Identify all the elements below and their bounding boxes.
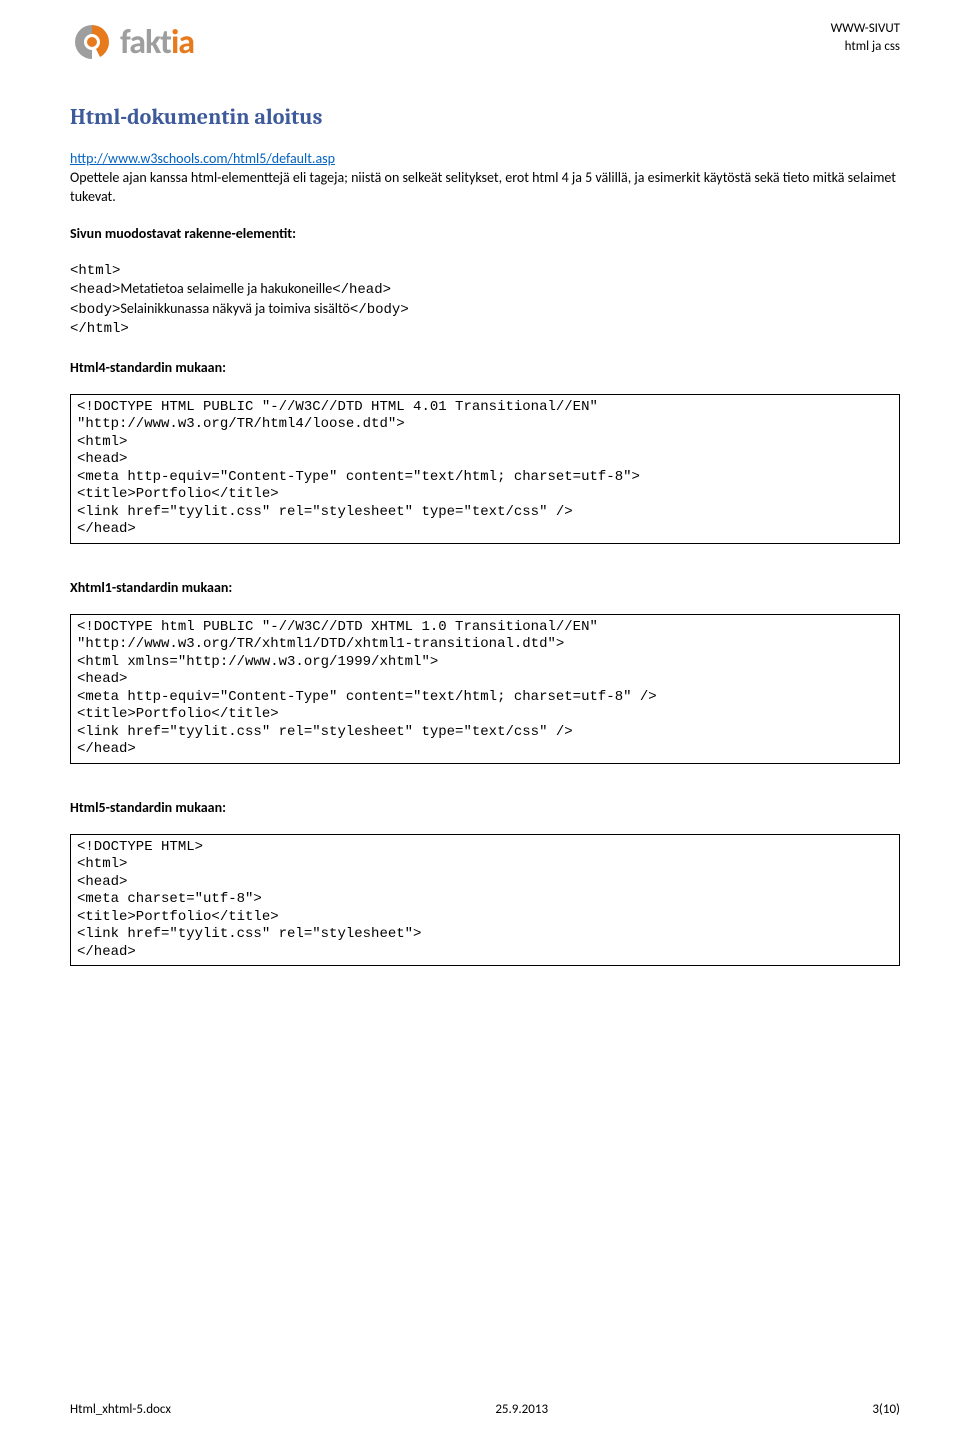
code-html4: <!DOCTYPE HTML PUBLIC "-//W3C//DTD HTML … — [70, 394, 900, 544]
header-line-2: html ja css — [831, 38, 900, 56]
struct-l2-text: Metatietoa selaimelle ja hakukoneille — [120, 280, 332, 297]
page-header: faktia WWW-SIVUT html ja css — [70, 20, 900, 64]
intro-text: Opettele ajan kanssa html-elementtejä el… — [70, 169, 896, 205]
struct-l4: </html> — [70, 321, 129, 337]
header-line-1: WWW-SIVUT — [831, 20, 900, 38]
code-html5: <!DOCTYPE HTML> <html> <head> <meta char… — [70, 834, 900, 967]
struct-l3-open: <body> — [70, 302, 120, 318]
page-title: Html-dokumentin aloitus — [70, 104, 900, 130]
brand-name: faktia — [120, 22, 194, 63]
logo: faktia — [70, 20, 194, 64]
struct-l2-close: </head> — [332, 282, 391, 298]
xhtml1-heading: Xhtml1-standardin mukaan: — [70, 579, 900, 596]
struct-block: Sivun muodostavat rakenne-elementit: <ht… — [70, 225, 900, 339]
struct-l3-text: Selainikkunassa näkyvä ja toimiva sisält… — [120, 300, 350, 317]
struct-l1: <html> — [70, 263, 120, 279]
struct-l3-close: </body> — [350, 302, 409, 318]
w3schools-link[interactable]: http://www.w3schools.com/html5/default.a… — [70, 150, 335, 167]
page-footer: Html_xhtml-5.docx 25.9.2013 3(10) — [70, 1402, 900, 1417]
code-xhtml1: <!DOCTYPE html PUBLIC "-//W3C//DTD XHTML… — [70, 614, 900, 764]
html4-heading: Html4-standardin mukaan: — [70, 359, 900, 376]
footer-right: 3(10) — [872, 1402, 900, 1417]
footer-center: 25.9.2013 — [495, 1402, 548, 1417]
brand-orange: ia — [171, 22, 194, 63]
header-right-text: WWW-SIVUT html ja css — [831, 20, 900, 55]
brand-gray: fakt — [120, 22, 171, 63]
footer-left: Html_xhtml-5.docx — [70, 1402, 171, 1417]
struct-l2-open: <head> — [70, 282, 120, 298]
logo-mark-icon — [70, 20, 114, 64]
struct-heading: Sivun muodostavat rakenne-elementit: — [70, 225, 900, 243]
html5-heading: Html5-standardin mukaan: — [70, 799, 900, 816]
